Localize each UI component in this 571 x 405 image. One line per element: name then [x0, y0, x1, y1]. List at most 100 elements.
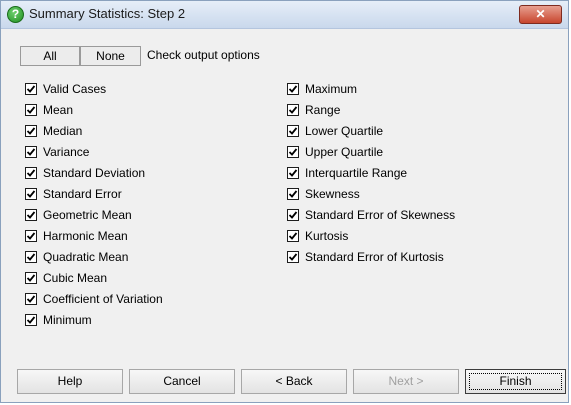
- option-label: Standard Error of Skewness: [305, 208, 456, 222]
- right-option-row[interactable]: Maximum: [287, 80, 357, 98]
- right-option-row[interactable]: Standard Error of Skewness: [287, 206, 455, 224]
- finish-button-label: Finish: [499, 374, 532, 388]
- option-label: Standard Error: [43, 187, 122, 201]
- option-checkbox[interactable]: [25, 272, 37, 284]
- option-checkbox[interactable]: [25, 230, 37, 242]
- option-checkbox[interactable]: [25, 188, 37, 200]
- cancel-button[interactable]: Cancel: [129, 369, 235, 394]
- cancel-button-label: Cancel: [163, 374, 201, 388]
- option-label: Interquartile Range: [305, 166, 408, 180]
- left-option-row[interactable]: Median: [25, 122, 82, 140]
- option-label: Upper Quartile: [305, 145, 384, 159]
- option-label: Standard Deviation: [43, 166, 146, 180]
- right-option-row[interactable]: Lower Quartile: [287, 122, 383, 140]
- dialog-window: ? Summary Statistics: Step 2 ✕ All None …: [0, 0, 569, 403]
- option-checkbox[interactable]: [287, 230, 299, 242]
- right-option-row[interactable]: Skewness: [287, 185, 360, 203]
- option-label: Lower Quartile: [305, 124, 384, 138]
- left-option-row[interactable]: Variance: [25, 143, 89, 161]
- help-question-icon: ?: [7, 6, 24, 23]
- left-option-row[interactable]: Cubic Mean: [25, 269, 107, 287]
- option-checkbox[interactable]: [287, 188, 299, 200]
- option-label: Range: [305, 103, 341, 117]
- all-button[interactable]: All: [20, 46, 80, 66]
- left-option-row[interactable]: Harmonic Mean: [25, 227, 128, 245]
- checkmark-icon: [288, 190, 298, 198]
- left-option-row[interactable]: Standard Deviation: [25, 164, 145, 182]
- option-checkbox[interactable]: [25, 293, 37, 305]
- right-option-row[interactable]: Kurtosis: [287, 227, 348, 245]
- option-checkbox[interactable]: [287, 251, 299, 263]
- check-options-label: Check output options: [147, 48, 260, 62]
- option-checkbox[interactable]: [25, 251, 37, 263]
- checkmark-icon: [26, 316, 36, 324]
- checkmark-icon: [288, 127, 298, 135]
- option-checkbox[interactable]: [25, 83, 37, 95]
- window-title: Summary Statistics: Step 2: [29, 6, 186, 21]
- checkmark-icon: [26, 211, 36, 219]
- none-button[interactable]: None: [80, 46, 141, 66]
- option-checkbox[interactable]: [287, 146, 299, 158]
- option-checkbox[interactable]: [287, 104, 299, 116]
- option-label: Coefficient of Variation: [43, 292, 163, 306]
- left-option-row[interactable]: Standard Error: [25, 185, 122, 203]
- option-checkbox[interactable]: [25, 314, 37, 326]
- checkmark-icon: [26, 253, 36, 261]
- option-checkbox[interactable]: [25, 146, 37, 158]
- right-option-row[interactable]: Interquartile Range: [287, 164, 407, 182]
- close-button[interactable]: ✕: [519, 5, 562, 24]
- checkmark-icon: [288, 85, 298, 93]
- left-option-row[interactable]: Quadratic Mean: [25, 248, 128, 266]
- checkmark-icon: [26, 148, 36, 156]
- checkmark-icon: [26, 274, 36, 282]
- checkmark-icon: [288, 169, 298, 177]
- checkmark-icon: [288, 211, 298, 219]
- option-label: Geometric Mean: [43, 208, 132, 222]
- option-checkbox[interactable]: [25, 209, 37, 221]
- right-option-row[interactable]: Range: [287, 101, 340, 119]
- checkmark-icon: [288, 232, 298, 240]
- option-label: Cubic Mean: [43, 271, 108, 285]
- next-button[interactable]: Next >: [353, 369, 459, 394]
- option-label: Minimum: [43, 313, 92, 327]
- back-button[interactable]: < Back: [241, 369, 347, 394]
- right-option-row[interactable]: Upper Quartile: [287, 143, 383, 161]
- title-bar[interactable]: ? Summary Statistics: Step 2 ✕: [1, 1, 568, 29]
- option-checkbox[interactable]: [25, 167, 37, 179]
- finish-button[interactable]: Finish: [465, 369, 566, 394]
- option-label: Kurtosis: [305, 229, 349, 243]
- dialog-content: All None Check output options Valid Case…: [1, 29, 568, 404]
- option-checkbox[interactable]: [287, 209, 299, 221]
- option-checkbox[interactable]: [287, 125, 299, 137]
- option-label: Maximum: [305, 82, 358, 96]
- option-label: Variance: [43, 145, 90, 159]
- option-checkbox[interactable]: [287, 83, 299, 95]
- checkmark-icon: [26, 232, 36, 240]
- checkmark-icon: [26, 190, 36, 198]
- checkmark-icon: [26, 127, 36, 135]
- option-label: Mean: [43, 103, 74, 117]
- option-label: Skewness: [305, 187, 360, 201]
- left-option-row[interactable]: Valid Cases: [25, 80, 106, 98]
- left-option-row[interactable]: Geometric Mean: [25, 206, 132, 224]
- option-label: Harmonic Mean: [43, 229, 128, 243]
- help-button-label: Help: [57, 374, 83, 388]
- checkmark-icon: [26, 169, 36, 177]
- option-checkbox[interactable]: [287, 167, 299, 179]
- option-label: Valid Cases: [43, 82, 107, 96]
- back-button-label: < Back: [275, 374, 313, 388]
- checkmark-icon: [26, 106, 36, 114]
- left-option-row[interactable]: Mean: [25, 101, 73, 119]
- right-option-row[interactable]: Standard Error of Kurtosis: [287, 248, 444, 266]
- option-checkbox[interactable]: [25, 125, 37, 137]
- option-checkbox[interactable]: [25, 104, 37, 116]
- help-button[interactable]: Help: [17, 369, 123, 394]
- checkmark-icon: [26, 295, 36, 303]
- left-option-row[interactable]: Minimum: [25, 311, 92, 329]
- option-label: Standard Error of Kurtosis: [305, 250, 444, 264]
- next-button-label: Next >: [388, 374, 424, 388]
- option-label: Quadratic Mean: [43, 250, 129, 264]
- left-option-row[interactable]: Coefficient of Variation: [25, 290, 163, 308]
- checkmark-icon: [288, 253, 298, 261]
- checkmark-icon: [288, 106, 298, 114]
